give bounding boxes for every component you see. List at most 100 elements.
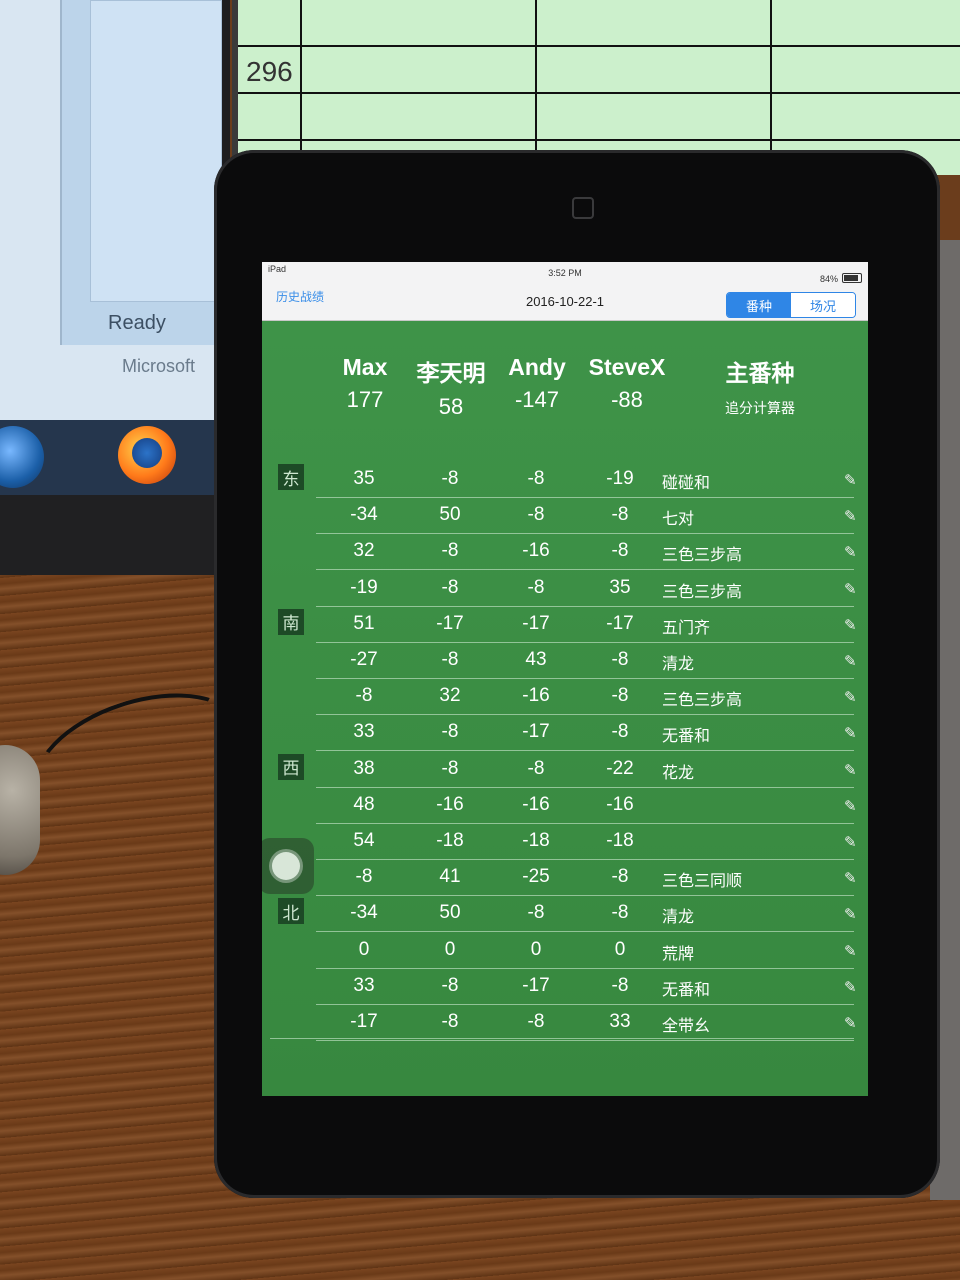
pencil-icon[interactable]: ✎ xyxy=(844,652,857,670)
player-score-cell: -8 xyxy=(611,540,629,562)
player-name: Max xyxy=(342,354,388,380)
player-score-cell: -8 xyxy=(611,649,629,670)
player-score-cell: -8 xyxy=(441,757,459,779)
pencil-icon[interactable]: ✎ xyxy=(844,580,857,598)
camera-icon xyxy=(572,197,594,219)
table-row: 48 -16 -16 -16 ✎ xyxy=(262,788,868,824)
segmented-control: 番种 场况 xyxy=(726,292,856,318)
fan-name-cell: 七对 xyxy=(662,511,695,529)
battery-percent: 84% xyxy=(819,274,838,284)
fan-name-cell: 荒牌 xyxy=(662,945,695,963)
segment-situation[interactable]: 场况 xyxy=(791,293,855,317)
player-score-cell: -8 xyxy=(611,866,629,888)
taskbar-label: Microsoft xyxy=(122,356,196,376)
pencil-icon[interactable]: ✎ xyxy=(844,724,857,742)
fan-name-cell: 三色三步高 xyxy=(662,583,743,601)
background-spreadsheet xyxy=(232,0,960,175)
pencil-icon[interactable]: ✎ xyxy=(844,688,857,706)
player-score-cell: -16 xyxy=(522,540,550,562)
pencil-icon[interactable]: ✎ xyxy=(844,797,857,815)
player-score-cell: 35 xyxy=(353,468,375,489)
player-total: -147 xyxy=(514,387,560,412)
player-score-cell: -8 xyxy=(441,1011,459,1032)
player-name: Andy xyxy=(508,354,566,380)
monitor-stand xyxy=(0,495,222,575)
table-row: 0 0 0 0 荒牌 ✎ xyxy=(262,933,868,969)
player-score-cell: -34 xyxy=(350,504,378,526)
player-column-2: 李天明 58 xyxy=(406,354,496,420)
excel-status-label: Ready xyxy=(108,312,166,334)
computer-mouse xyxy=(0,745,40,875)
player-score-cell: 0 xyxy=(358,938,370,960)
pencil-icon[interactable]: ✎ xyxy=(844,761,857,779)
player-score-cell: 35 xyxy=(609,576,631,598)
player-score-cell: -16 xyxy=(522,793,550,815)
player-score-cell: 41 xyxy=(439,866,461,888)
assistive-touch-icon[interactable] xyxy=(262,838,314,894)
player-score-cell: -17 xyxy=(350,1011,378,1032)
table-row: -8 41 -25 -8 三色三同顺 ✎ xyxy=(262,860,868,897)
table-row: -17 -8 -8 33 全带幺 ✎ xyxy=(262,1005,868,1041)
table-row: -27 -8 43 -8 清龙 ✎ xyxy=(262,643,868,679)
table-row: 51 -17 -17 -17 五门齐 ✎ xyxy=(262,607,868,643)
spreadsheet-cell: 296 xyxy=(244,56,295,88)
ipad-screen: iPad 3:52 PM 84% 历史战绩 2016-10-22-1 番种 场况… xyxy=(262,262,868,1096)
firefox-icon xyxy=(118,426,176,484)
player-total: 177 xyxy=(346,387,384,412)
player-score-cell: 48 xyxy=(353,793,375,815)
player-score-cell: -8 xyxy=(355,685,373,707)
player-score-cell: -16 xyxy=(606,793,634,815)
player-score-cell: -8 xyxy=(527,902,545,924)
fan-name-cell: 清龙 xyxy=(662,656,695,673)
catch-up-calculator-button[interactable]: 追分计算器 xyxy=(700,398,820,418)
fan-name-cell: 无番和 xyxy=(662,728,711,746)
table-row: 35 -8 -8 -19 碰碰和 ✎ xyxy=(262,462,868,498)
player-score-cell: -25 xyxy=(522,866,550,888)
player-total: -88 xyxy=(611,387,643,412)
pencil-icon[interactable]: ✎ xyxy=(844,833,857,851)
player-score-cell: 0 xyxy=(530,938,542,960)
player-score-cell: -8 xyxy=(611,902,629,924)
table-row: -8 32 -16 -8 三色三步高 ✎ xyxy=(262,679,868,716)
fan-name-cell: 五门齐 xyxy=(662,619,711,637)
table-row: 33 -8 -17 -8 无番和 ✎ xyxy=(262,969,868,1005)
pencil-icon[interactable]: ✎ xyxy=(844,905,857,923)
status-bar: iPad 3:52 PM 84% xyxy=(262,262,868,284)
table-bottom-divider xyxy=(270,1038,854,1039)
player-score-cell: 51 xyxy=(353,612,375,634)
segment-fan[interactable]: 番种 xyxy=(727,293,791,317)
fan-name-cell: 碰碰和 xyxy=(662,475,711,492)
background-window-inner xyxy=(90,0,222,302)
table-row: 54 -18 -18 -18 ✎ xyxy=(262,824,868,860)
pencil-icon[interactable]: ✎ xyxy=(844,869,857,887)
pencil-icon[interactable]: ✎ xyxy=(844,1014,857,1032)
player-column-4: SteveX -88 xyxy=(582,354,672,413)
fan-name-cell: 三色三同顺 xyxy=(662,873,743,891)
player-score-cell: -22 xyxy=(606,757,634,779)
player-score-cell: -17 xyxy=(606,612,634,634)
player-score-cell: 33 xyxy=(353,721,375,743)
pencil-icon[interactable]: ✎ xyxy=(844,978,857,996)
player-score-cell: -17 xyxy=(522,721,550,743)
pencil-icon[interactable]: ✎ xyxy=(844,942,857,960)
nav-bar: 历史战绩 2016-10-22-1 番种 场况 xyxy=(262,284,868,321)
pencil-icon[interactable]: ✎ xyxy=(844,471,857,489)
player-score-cell: -8 xyxy=(441,540,459,562)
main-fan-header: 主番种 追分计算器 xyxy=(700,354,820,418)
pencil-icon[interactable]: ✎ xyxy=(844,616,857,634)
main-fan-title: 主番种 xyxy=(725,360,795,386)
wind-marker: 南 xyxy=(278,608,304,635)
fan-name-cell: 花龙 xyxy=(662,764,695,782)
table-row: -34 50 -8 -8 七对 ✎ xyxy=(262,498,868,535)
player-score-cell: 54 xyxy=(353,830,375,851)
table-row: 38 -8 -8 -22 花龙 ✎ xyxy=(262,752,868,788)
score-header: Max 177 李天明 58 Andy -147 SteveX -88 主番种 … xyxy=(262,354,868,434)
pencil-icon[interactable]: ✎ xyxy=(844,507,857,525)
player-score-cell: -16 xyxy=(436,793,464,815)
player-score-cell: -17 xyxy=(522,974,550,996)
fan-name-cell: 无番和 xyxy=(662,981,711,999)
background-window xyxy=(60,0,222,345)
player-score-cell: -8 xyxy=(611,721,629,743)
table-row: 33 -8 -17 -8 无番和 ✎ xyxy=(262,715,868,752)
pencil-icon[interactable]: ✎ xyxy=(844,543,857,561)
